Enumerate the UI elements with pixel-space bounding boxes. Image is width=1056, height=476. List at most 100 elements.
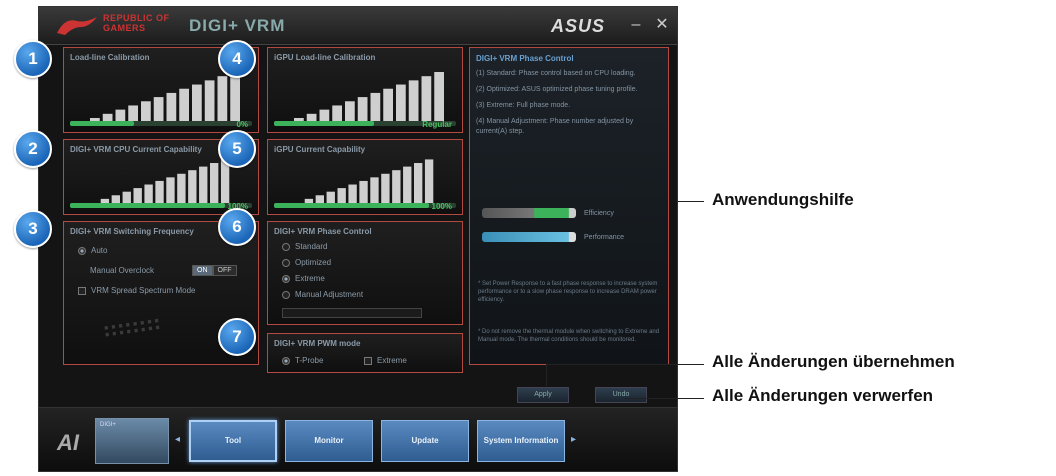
nav-tab-update[interactable]: Update <box>381 420 469 462</box>
nav-tab-system-information[interactable]: System Information <box>477 420 565 462</box>
checkbox-spread-spectrum[interactable]: VRM Spread Spectrum Mode <box>78 286 196 295</box>
nav-tab-tool[interactable]: Tool <box>189 420 277 462</box>
phase-step-selector[interactable] <box>282 308 422 318</box>
level-bar <box>133 188 142 204</box>
ai-suite-logo: AI <box>57 430 79 455</box>
bottom-nav-bar: AI DIGI+ ◂ Tool Monitor Update System In… <box>39 407 677 471</box>
radio-label: Extreme <box>377 356 407 365</box>
radio-icon <box>282 242 290 251</box>
nav-tab-monitor[interactable]: Monitor <box>285 420 373 462</box>
panel-value: 0% <box>236 120 248 129</box>
close-button[interactable]: ✕ <box>651 15 673 35</box>
callout-line-help <box>678 201 704 202</box>
callout-badge-7: 7 <box>218 318 256 356</box>
level-bar <box>166 92 177 124</box>
nav-left-arrow-icon[interactable]: ◂ <box>175 434 180 445</box>
apply-button[interactable]: Apply <box>517 387 569 403</box>
help-paragraph: (4) Manual Adjustment: Phase number adju… <box>476 118 634 135</box>
level-slider-fill <box>274 203 429 208</box>
level-bars-graphic <box>304 159 434 204</box>
radio-label: Standard <box>295 242 328 251</box>
help-paragraph: (2) Optimized: ASUS optimized phase tuni… <box>476 86 638 93</box>
radio-pwm-tprobe[interactable]: T-Probe <box>282 356 323 365</box>
level-bar <box>383 88 393 124</box>
radio-icon <box>282 274 290 283</box>
brand-line-2: GAMERS <box>103 23 146 33</box>
callout-line-undo <box>624 398 704 399</box>
level-bar <box>210 163 219 204</box>
help-panel: DIGI+ VRM Phase Control (1) Standard: Ph… <box>469 47 669 365</box>
level-bar <box>337 188 346 204</box>
help-paragraph: (1) Standard: Phase control based on CPU… <box>476 70 636 77</box>
level-bar <box>144 184 153 204</box>
panel-title: Load-line Calibration <box>70 53 150 62</box>
level-bar <box>177 173 186 204</box>
toggle-on[interactable]: ON <box>192 265 213 276</box>
panel-title: DIGI+ VRM CPU Current Capability <box>70 145 202 154</box>
radio-label: Optimized <box>295 258 332 267</box>
radio-phase-optimized[interactable]: Optimized <box>282 258 331 267</box>
radio-icon <box>282 258 290 267</box>
radio-icon <box>282 356 290 365</box>
performance-slider[interactable] <box>482 232 576 242</box>
level-bar <box>403 166 412 204</box>
panel-title: iGPU Load-line Calibration <box>274 53 376 62</box>
level-bar <box>155 180 164 204</box>
radio-label: Auto <box>91 246 108 255</box>
asus-logo: ASUS <box>551 16 606 36</box>
callout-badge-4: 4 <box>218 40 256 78</box>
manual-overclock-toggle[interactable]: ON OFF <box>192 265 237 276</box>
panel-value: Regular <box>422 120 452 129</box>
checkbox-label: VRM Spread Spectrum Mode <box>91 286 196 295</box>
watermark-graphic: ∷∷∷∷ <box>102 314 164 342</box>
level-bar <box>392 170 401 204</box>
level-bar <box>217 76 228 124</box>
level-bar <box>381 173 390 204</box>
level-bar <box>230 72 240 124</box>
level-bar <box>153 97 164 124</box>
level-bar <box>166 177 175 204</box>
digi-vrm-thumbnail[interactable]: DIGI+ <box>95 418 169 464</box>
radio-icon <box>78 246 86 255</box>
panel-phase-control: DIGI+ VRM Phase Control Standard Optimiz… <box>267 221 463 325</box>
help-note-2: * Do not remove the thermal module when … <box>478 329 660 343</box>
level-slider-fill <box>70 121 134 126</box>
app-title: DIGI+ VRM <box>189 16 286 35</box>
panel-value: 100% <box>431 202 452 211</box>
minimize-button[interactable]: – <box>625 15 647 35</box>
level-bars-graphic <box>90 72 240 124</box>
checkbox-icon <box>364 356 372 365</box>
radio-phase-manual[interactable]: Manual Adjustment <box>282 290 363 299</box>
help-paragraph: (3) Extreme: Full phase mode. <box>476 102 571 109</box>
radio-phase-extreme[interactable]: Extreme <box>282 274 325 283</box>
brand-line-1: REPUBLIC OF <box>103 13 170 23</box>
brand-text: REPUBLIC OF GAMERS <box>103 13 170 33</box>
level-bar <box>424 159 434 204</box>
efficiency-slider[interactable] <box>482 208 576 218</box>
minimize-icon: – <box>631 16 641 33</box>
level-slider[interactable] <box>70 203 252 208</box>
level-bar <box>199 166 208 204</box>
toggle-off[interactable]: OFF <box>212 265 237 276</box>
callout-line-apply-vertical <box>546 364 547 386</box>
level-slider[interactable] <box>274 203 456 208</box>
help-note-1: * Set Power Response to a fast phase res… <box>478 281 658 303</box>
callout-badge-6: 6 <box>218 208 256 246</box>
radio-phase-standard[interactable]: Standard <box>282 242 327 251</box>
level-bar <box>396 84 406 124</box>
nav-right-arrow-icon[interactable]: ▸ <box>571 434 576 445</box>
radio-auto[interactable]: Auto <box>78 246 107 255</box>
level-bar <box>192 84 202 124</box>
panel-title: DIGI+ VRM PWM mode <box>274 339 361 348</box>
level-bar <box>359 180 368 204</box>
radio-pwm-extreme[interactable]: Extreme <box>364 356 407 365</box>
level-slider[interactable] <box>70 121 252 126</box>
panel-title: iGPU Current Capability <box>274 145 366 154</box>
level-bar <box>348 184 357 204</box>
title-bar: REPUBLIC OF GAMERS DIGI+ VRM ASUS – ✕ <box>39 7 677 45</box>
level-bar <box>370 92 381 124</box>
level-bar <box>179 88 189 124</box>
radio-label: T-Probe <box>295 356 324 365</box>
efficiency-label: Efficiency <box>584 210 614 217</box>
undo-button[interactable]: Undo <box>595 387 647 403</box>
